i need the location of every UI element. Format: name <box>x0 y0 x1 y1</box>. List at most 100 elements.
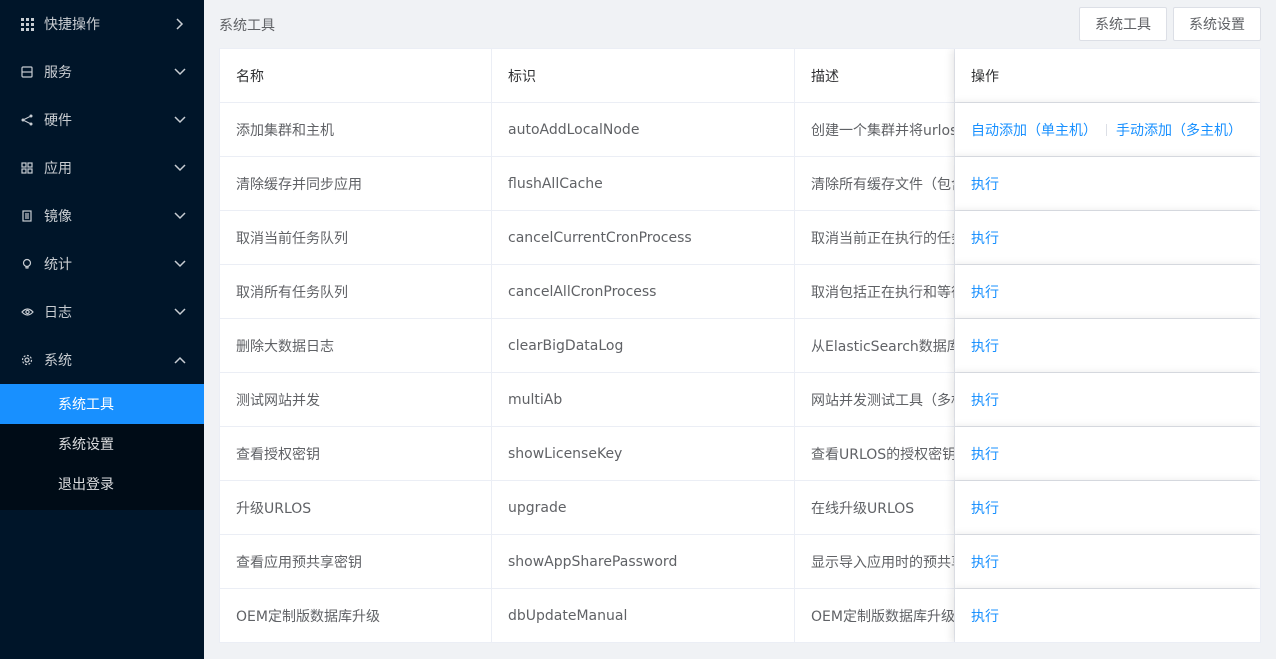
cell-actions: 执行 <box>955 535 1260 588</box>
gear-icon <box>20 353 34 367</box>
menu-label: 系统 <box>44 353 72 369</box>
table-row: OEM定制版数据库升级 dbUpdateManual OEM定制版数据库升级 执行 <box>220 589 1260 642</box>
cell-name: 升级URLOS <box>220 481 492 534</box>
cell-actions: 执行 <box>955 319 1260 372</box>
menu-item-images[interactable]: 镜像 <box>0 192 204 240</box>
system-tools-button[interactable]: 系统工具 <box>1079 7 1167 41</box>
action-link[interactable]: 执行 <box>971 390 999 410</box>
submenu-item-logout[interactable]: 退出登录 <box>0 464 204 504</box>
chevron-down-icon <box>174 306 186 318</box>
system-submenu: 系统工具 系统设置 退出登录 <box>0 384 204 510</box>
action-link[interactable]: 执行 <box>971 228 999 248</box>
chevron-down-icon <box>174 210 186 222</box>
chevron-right-icon <box>174 18 186 30</box>
table-row: 查看应用预共享密钥 showAppSharePassword 显示导入应用时的预共享… <box>220 535 1260 589</box>
cell-id: cancelAllCronProcess <box>492 265 795 318</box>
action-link[interactable]: 执行 <box>971 174 999 194</box>
page-title: 系统工具 <box>219 18 275 34</box>
cell-name: 测试网站并发 <box>220 373 492 426</box>
action-link[interactable]: 执行 <box>971 282 999 302</box>
cell-name: OEM定制版数据库升级 <box>220 589 492 642</box>
menu-item-logs[interactable]: 日志 <box>0 288 204 336</box>
menu-label: 日志 <box>44 305 72 321</box>
cell-name: 添加集群和主机 <box>220 103 492 156</box>
action-link[interactable]: 执行 <box>971 606 999 626</box>
menu-item-stats[interactable]: 统计 <box>0 240 204 288</box>
eye-icon <box>20 305 34 319</box>
menu-item-quick-actions[interactable]: 快捷操作 <box>0 0 204 48</box>
column-header-desc: 描述 <box>795 49 955 102</box>
table-row: 测试网站并发 multiAb 网站并发测试工具（多机 执行 <box>220 373 1260 427</box>
column-header-name: 名称 <box>220 49 492 102</box>
cell-actions: 执行 <box>955 589 1260 642</box>
chevron-up-icon <box>174 354 186 366</box>
chevron-down-icon <box>174 162 186 174</box>
table-row: 取消当前任务队列 cancelCurrentCronProcess 取消当前正在执行… <box>220 211 1260 265</box>
cell-actions: 执行 <box>955 481 1260 534</box>
cell-desc: 在线升级URLOS <box>795 481 955 534</box>
chevron-down-icon <box>174 66 186 78</box>
table-row: 取消所有任务队列 cancelAllCronProcess 取消包括正在执行和等待执… <box>220 265 1260 319</box>
menu-label: 镜像 <box>44 209 72 225</box>
submenu-item-system-settings[interactable]: 系统设置 <box>0 424 204 464</box>
cell-name: 取消所有任务队列 <box>220 265 492 318</box>
cell-desc: OEM定制版数据库升级 <box>795 589 955 642</box>
cell-id: showLicenseKey <box>492 427 795 480</box>
system-settings-button[interactable]: 系统设置 <box>1173 7 1261 41</box>
cell-desc: 从ElasticSearch数据库中 <box>795 319 955 372</box>
cell-id: flushAllCache <box>492 157 795 210</box>
column-header-id: 标识 <box>492 49 795 102</box>
action-link[interactable]: 手动添加（多主机） <box>1116 120 1242 140</box>
cell-desc: 取消包括正在执行和等待 <box>795 265 955 318</box>
cell-actions: 执行 <box>955 265 1260 318</box>
table-body: 添加集群和主机autoAddLocalNode创建一个集群并将urlos所在自动… <box>220 103 1260 642</box>
action-link[interactable]: 执行 <box>971 498 999 518</box>
cell-name: 取消当前任务队列 <box>220 211 492 264</box>
cell-actions: 自动添加（单主机） 手动添加（多主机） <box>955 103 1260 156</box>
menu-label: 服务 <box>44 65 72 81</box>
cell-id: cancelCurrentCronProcess <box>492 211 795 264</box>
menu-label: 快捷操作 <box>44 17 100 33</box>
cell-actions: 执行 <box>955 373 1260 426</box>
cell-desc: 查看URLOS的授权密钥 <box>795 427 955 480</box>
menu-label: 硬件 <box>44 113 72 129</box>
cell-desc: 取消当前正在执行的任务 <box>795 211 955 264</box>
menu-item-services[interactable]: 服务 <box>0 48 204 96</box>
table-row: 删除大数据日志clearBigDataLog从ElasticSearch数据库中… <box>220 319 1260 373</box>
cell-desc: 创建一个集群并将urlos所在 <box>795 103 955 156</box>
sidebar: 快捷操作 服务 硬件 应用 镜像 统计 日志 系统 系统工具 系统设置 退出登录 <box>0 0 204 659</box>
grid-icon <box>20 17 34 31</box>
menu-item-hardware[interactable]: 硬件 <box>0 96 204 144</box>
cell-name: 查看应用预共享密钥 <box>220 535 492 588</box>
submenu-item-system-tools[interactable]: 系统工具 <box>0 384 204 424</box>
table-row: 清除缓存并同步应用 flushAllCache 清除所有缓存文件（包含 执行 <box>220 157 1260 211</box>
table-row: 查看授权密钥 showLicenseKey 查看URLOS的授权密钥 执行 <box>220 427 1260 481</box>
cell-id: showAppSharePassword <box>492 535 795 588</box>
cell-name: 删除大数据日志 <box>220 319 492 372</box>
chevron-down-icon <box>174 114 186 126</box>
server-icon <box>20 65 34 79</box>
bulb-icon <box>20 257 34 271</box>
action-link[interactable]: 执行 <box>971 336 999 356</box>
cell-actions: 执行 <box>955 427 1260 480</box>
cell-id: autoAddLocalNode <box>492 103 795 156</box>
cell-actions: 执行 <box>955 211 1260 264</box>
menu-item-apps[interactable]: 应用 <box>0 144 204 192</box>
tools-table: 名称 标识 描述 操作 添加集群和主机 autoAddLocalNode 创建一个集… <box>219 48 1261 643</box>
chevron-down-icon <box>174 258 186 270</box>
table-row: 添加集群和主机autoAddLocalNode创建一个集群并将urlos所在自动… <box>220 103 1260 157</box>
cell-desc: 网站并发测试工具（多机 <box>795 373 955 426</box>
action-separator <box>1106 123 1107 136</box>
cell-actions: 执行 <box>955 157 1260 210</box>
cell-id: dbUpdateManual <box>492 589 795 642</box>
action-link[interactable]: 执行 <box>971 552 999 572</box>
cell-id: upgrade <box>492 481 795 534</box>
action-link[interactable]: 执行 <box>971 444 999 464</box>
document-icon <box>20 209 34 223</box>
action-link[interactable]: 自动添加（单主机） <box>971 120 1097 140</box>
menu-label: 统计 <box>44 257 72 273</box>
cell-id: multiAb <box>492 373 795 426</box>
apps-icon <box>20 161 34 175</box>
menu-item-system[interactable]: 系统 <box>0 336 204 384</box>
cell-name: 清除缓存并同步应用 <box>220 157 492 210</box>
